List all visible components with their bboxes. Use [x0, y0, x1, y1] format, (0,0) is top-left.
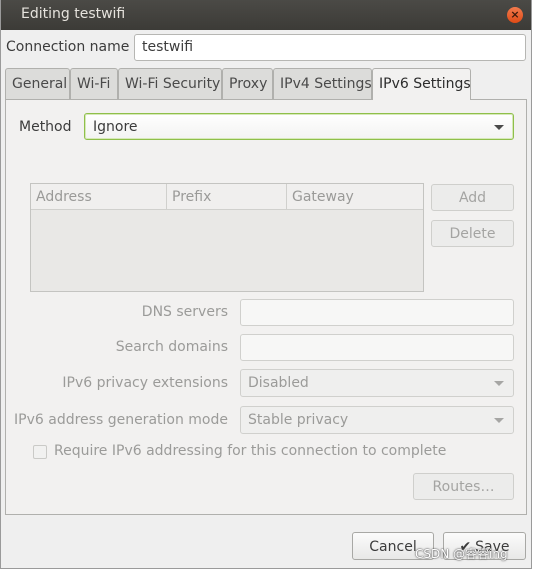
- column-prefix[interactable]: Prefix: [167, 184, 287, 210]
- routes-button[interactable]: Routes…: [413, 473, 514, 500]
- column-gateway[interactable]: Gateway: [287, 184, 423, 210]
- close-icon[interactable]: ×: [507, 7, 523, 23]
- add-button[interactable]: Add: [431, 184, 514, 211]
- watermark: CSDN @睿睿ing: [415, 547, 508, 561]
- address-table[interactable]: Address Prefix Gateway: [30, 183, 424, 292]
- address-generation-label: IPv6 address generation mode: [14, 412, 228, 428]
- tab-wifi[interactable]: Wi-Fi: [70, 68, 118, 99]
- delete-button[interactable]: Delete: [431, 220, 514, 247]
- require-ipv6-label[interactable]: Require IPv6 addressing for this connect…: [54, 443, 446, 459]
- privacy-extensions-label: IPv6 privacy extensions: [62, 375, 228, 391]
- chevron-down-icon: [494, 125, 504, 130]
- connection-name-label: Connection name: [6, 39, 130, 55]
- dialog-window: Editing testwifi × Connection name testw…: [0, 0, 532, 569]
- title-bar[interactable]: Editing testwifi ×: [1, 0, 531, 30]
- privacy-extensions-select[interactable]: Disabled: [240, 369, 514, 397]
- method-label: Method: [19, 119, 72, 135]
- tab-wifi-security[interactable]: Wi-Fi Security: [118, 68, 222, 99]
- connection-name-input[interactable]: testwifi: [134, 34, 526, 61]
- chevron-down-icon: [494, 381, 504, 386]
- dns-servers-input[interactable]: [240, 299, 514, 326]
- require-ipv6-checkbox[interactable]: [33, 445, 47, 459]
- tab-general[interactable]: General: [5, 68, 70, 99]
- tab-proxy[interactable]: Proxy: [222, 68, 273, 99]
- search-domains-input[interactable]: [240, 334, 514, 361]
- address-generation-value: Stable privacy: [248, 412, 349, 428]
- tab-ipv6-settings[interactable]: IPv6 Settings: [372, 68, 471, 100]
- window-title: Editing testwifi: [21, 6, 126, 22]
- method-select[interactable]: Ignore: [84, 113, 514, 140]
- chevron-down-icon: [494, 418, 504, 423]
- column-address[interactable]: Address: [31, 184, 167, 210]
- privacy-extensions-value: Disabled: [248, 375, 309, 391]
- tab-ipv4-settings[interactable]: IPv4 Settings: [273, 68, 372, 99]
- address-generation-select[interactable]: Stable privacy: [240, 406, 514, 434]
- method-value: Ignore: [93, 119, 138, 135]
- address-table-header: Address Prefix Gateway: [31, 184, 423, 210]
- dns-servers-label: DNS servers: [141, 304, 228, 320]
- search-domains-label: Search domains: [115, 339, 228, 355]
